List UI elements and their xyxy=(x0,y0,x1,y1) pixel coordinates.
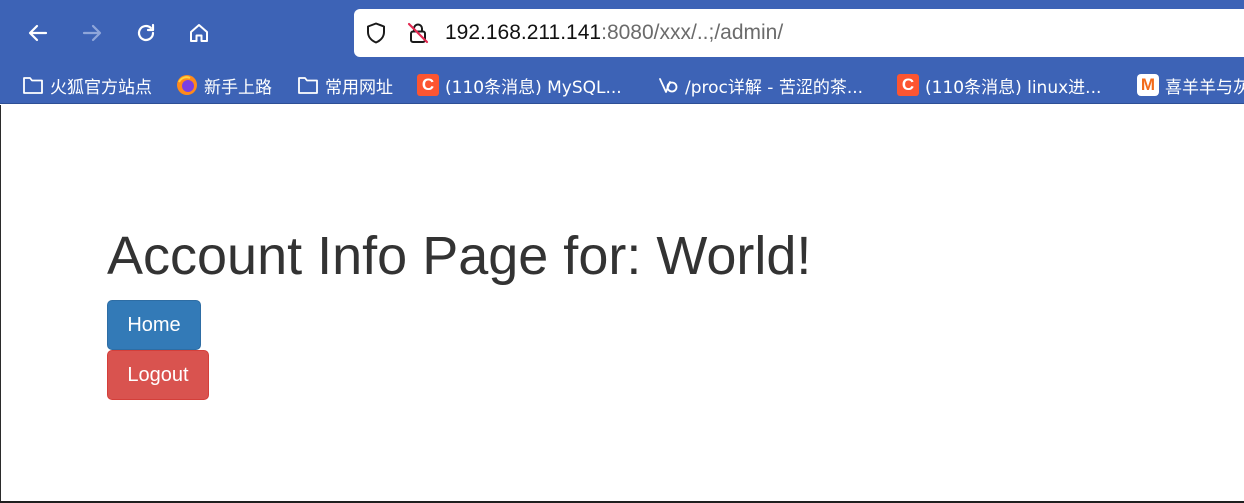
home-nav-button[interactable] xyxy=(179,13,219,53)
bookmark-label: /proc详解 - 苦涩的茶... xyxy=(685,77,864,98)
bookmark-label: 新手上路 xyxy=(204,77,272,98)
bookmark-label: (110条消息) linux进... xyxy=(925,77,1102,98)
logout-button[interactable]: Logout xyxy=(107,350,209,400)
bookmark-label: 常用网址 xyxy=(325,77,393,98)
back-button[interactable] xyxy=(18,13,58,53)
bookmark-proc[interactable]: /proc详解 - 苦涩的茶... xyxy=(657,72,863,98)
address-bar[interactable]: 192.168.211.141:8080/xxx/..;/admin/ xyxy=(354,9,1244,57)
bookmark-getting-started[interactable]: 新手上路 xyxy=(176,72,272,98)
shield-icon[interactable] xyxy=(364,21,388,45)
bookmark-csdn-mysql[interactable]: C (110条消息) MySQL... xyxy=(417,72,622,98)
folder-icon xyxy=(22,74,44,96)
reload-icon xyxy=(137,23,155,42)
bookmarks-toolbar: 火狐官方站点 新手上路 常用网址 C (110条消息) MySQL... /pr… xyxy=(0,66,1244,104)
m-icon: M xyxy=(1137,74,1159,96)
url-host: 192.168.211.141 xyxy=(445,21,602,44)
bookmark-label: 火狐官方站点 xyxy=(50,77,152,98)
firefox-icon xyxy=(176,74,198,96)
url-text[interactable]: 192.168.211.141:8080/xxx/..;/admin/ xyxy=(445,21,783,45)
page-content: Account Info Page for: World! Home Logou… xyxy=(0,105,1244,503)
page-title: Account Info Page for: World! xyxy=(107,226,812,286)
csdn-icon: C xyxy=(417,74,439,96)
window-left-border xyxy=(0,105,1,503)
home-button[interactable]: Home xyxy=(107,300,201,350)
folder-icon xyxy=(297,74,319,96)
navigation-toolbar: 192.168.211.141:8080/xxx/..;/admin/ xyxy=(0,0,1244,66)
browser-chrome: 192.168.211.141:8080/xxx/..;/admin/ 火狐官方… xyxy=(0,0,1244,104)
bookmark-csdn-linux[interactable]: C (110条消息) linux进... xyxy=(897,72,1101,98)
bookmark-firefox-official[interactable]: 火狐官方站点 xyxy=(22,72,152,98)
csdn-icon: C xyxy=(897,74,919,96)
bookmark-label: (110条消息) MySQL... xyxy=(445,77,622,98)
forward-button[interactable] xyxy=(72,13,112,53)
arrow-right-icon xyxy=(82,24,102,42)
arrow-left-icon xyxy=(28,24,48,42)
bookmark-common-sites[interactable]: 常用网址 xyxy=(297,72,393,98)
bookmark-cartoon[interactable]: M 喜羊羊与灰 xyxy=(1137,72,1244,98)
site-icon xyxy=(657,74,679,96)
insecure-lock-icon[interactable] xyxy=(406,21,430,45)
bookmark-label: 喜羊羊与灰 xyxy=(1165,77,1244,98)
url-path: :8080/xxx/..;/admin/ xyxy=(601,21,784,44)
reload-button[interactable] xyxy=(126,13,166,53)
home-icon xyxy=(190,24,208,42)
